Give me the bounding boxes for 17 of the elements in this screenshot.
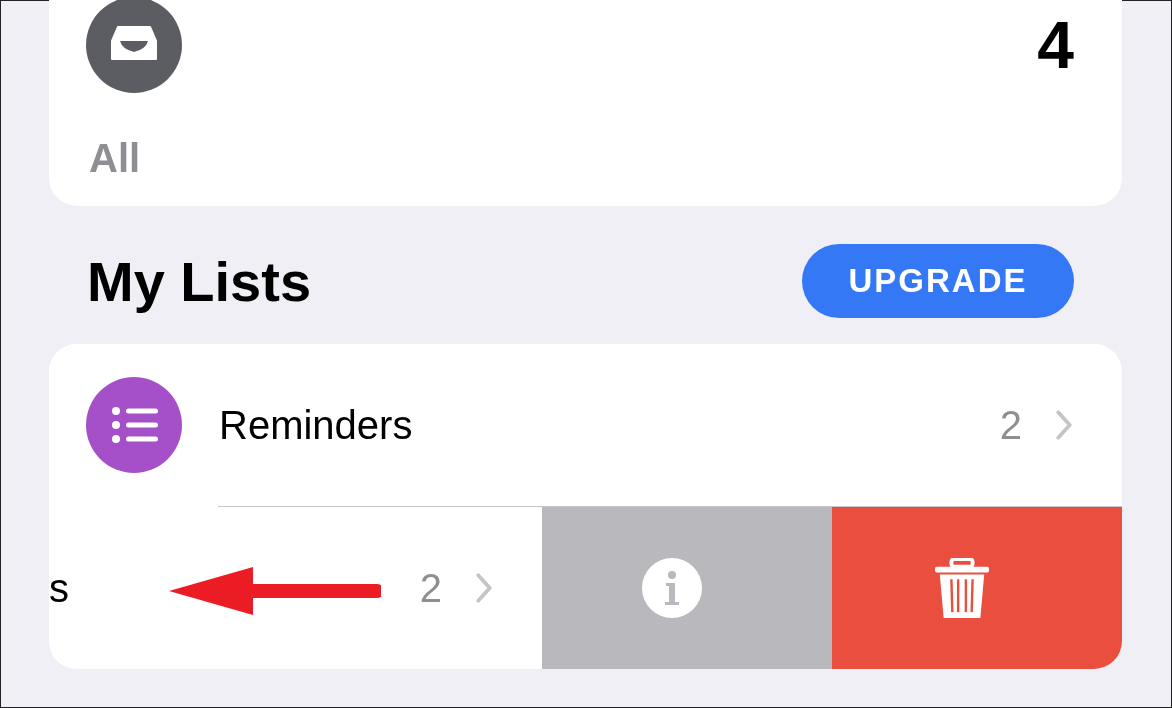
- delete-action-button[interactable]: [832, 507, 1122, 669]
- upgrade-button[interactable]: UPGRADE: [802, 244, 1074, 318]
- section-title: My Lists: [87, 248, 312, 314]
- list-icon: [86, 377, 182, 473]
- info-icon: [642, 558, 702, 618]
- list-name: s: [49, 565, 69, 611]
- list-count: 2: [999, 402, 1022, 448]
- list-name: Reminders: [219, 402, 413, 448]
- chevron-icon: [474, 573, 494, 603]
- tray-icon: [86, 0, 182, 93]
- trash-icon: [934, 558, 990, 618]
- info-action-button[interactable]: [542, 507, 832, 669]
- list-count: 2: [419, 565, 442, 611]
- item-count: 4: [1037, 12, 1074, 78]
- summary-card[interactable]: 4 All: [49, 0, 1122, 206]
- card-label: All: [89, 138, 142, 178]
- chevron-icon: [1054, 410, 1074, 440]
